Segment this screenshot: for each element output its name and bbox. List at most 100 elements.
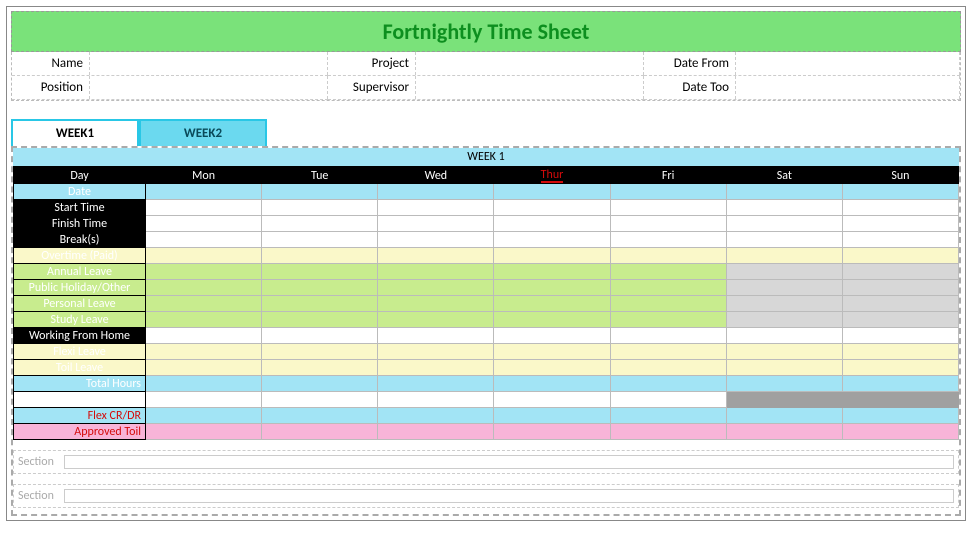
cell[interactable] — [610, 216, 726, 232]
cell[interactable] — [842, 248, 958, 264]
cell[interactable] — [378, 344, 494, 360]
cell[interactable] — [494, 328, 610, 344]
cell[interactable] — [146, 216, 262, 232]
cell[interactable] — [494, 248, 610, 264]
cell[interactable] — [494, 296, 610, 312]
cell[interactable] — [726, 216, 842, 232]
cell[interactable] — [726, 264, 842, 280]
cell[interactable] — [262, 216, 378, 232]
tab-week1[interactable]: WEEK1 — [11, 119, 139, 146]
cell[interactable] — [494, 280, 610, 296]
cell[interactable] — [494, 360, 610, 376]
cell[interactable] — [262, 184, 378, 200]
cell[interactable] — [610, 344, 726, 360]
project-field[interactable] — [416, 52, 644, 75]
section-field-2[interactable] — [64, 489, 954, 503]
cell[interactable] — [842, 360, 958, 376]
cell[interactable] — [262, 200, 378, 216]
cell[interactable] — [726, 232, 842, 248]
cell[interactable] — [378, 264, 494, 280]
cell[interactable] — [726, 248, 842, 264]
week-panel: WEEK 1 Day Mon Tue Wed Thur Fri Sat Sun — [11, 146, 961, 516]
cell[interactable] — [146, 344, 262, 360]
date-from-field[interactable] — [736, 52, 960, 75]
section-field-1[interactable] — [64, 455, 954, 469]
position-field[interactable] — [90, 76, 328, 99]
cell — [726, 392, 842, 408]
cell[interactable] — [610, 360, 726, 376]
cell[interactable] — [610, 280, 726, 296]
cell[interactable] — [262, 232, 378, 248]
cell[interactable] — [842, 216, 958, 232]
supervisor-field[interactable] — [416, 76, 644, 99]
cell[interactable] — [262, 264, 378, 280]
cell[interactable] — [378, 232, 494, 248]
cell[interactable] — [494, 264, 610, 280]
cell[interactable] — [842, 232, 958, 248]
cell[interactable] — [262, 360, 378, 376]
cell[interactable] — [842, 312, 958, 328]
cell[interactable] — [262, 344, 378, 360]
cell[interactable] — [842, 200, 958, 216]
cell[interactable] — [726, 312, 842, 328]
cell[interactable] — [610, 296, 726, 312]
cell — [726, 424, 842, 440]
cell[interactable] — [610, 328, 726, 344]
tab-week2[interactable]: WEEK2 — [139, 119, 267, 146]
cell[interactable] — [146, 312, 262, 328]
cell[interactable] — [146, 184, 262, 200]
cell[interactable] — [726, 360, 842, 376]
cell[interactable] — [842, 344, 958, 360]
cell[interactable] — [726, 184, 842, 200]
week-title: WEEK 1 — [13, 148, 959, 167]
row-finish-time: Finish Time — [14, 216, 959, 232]
cell[interactable] — [842, 264, 958, 280]
cell[interactable] — [726, 328, 842, 344]
cell[interactable] — [842, 328, 958, 344]
cell[interactable] — [262, 248, 378, 264]
cell[interactable] — [378, 216, 494, 232]
cell[interactable] — [262, 280, 378, 296]
cell[interactable] — [378, 312, 494, 328]
cell[interactable] — [610, 264, 726, 280]
cell[interactable] — [146, 280, 262, 296]
date-too-field[interactable] — [736, 76, 960, 99]
cell[interactable] — [610, 232, 726, 248]
cell[interactable] — [494, 312, 610, 328]
cell[interactable] — [378, 360, 494, 376]
cell[interactable] — [726, 200, 842, 216]
cell[interactable] — [378, 184, 494, 200]
cell[interactable] — [842, 280, 958, 296]
cell[interactable] — [262, 296, 378, 312]
cell[interactable] — [146, 328, 262, 344]
cell[interactable] — [494, 200, 610, 216]
cell[interactable] — [494, 184, 610, 200]
meta-col-1: Name Position — [12, 52, 328, 100]
cell[interactable] — [842, 184, 958, 200]
cell[interactable] — [146, 296, 262, 312]
cell[interactable] — [610, 200, 726, 216]
cell[interactable] — [146, 360, 262, 376]
cell[interactable] — [610, 248, 726, 264]
cell[interactable] — [378, 296, 494, 312]
cell[interactable] — [378, 248, 494, 264]
cell[interactable] — [378, 328, 494, 344]
cell[interactable] — [378, 280, 494, 296]
cell[interactable] — [146, 232, 262, 248]
cell[interactable] — [146, 200, 262, 216]
name-field[interactable] — [90, 52, 328, 75]
cell[interactable] — [726, 280, 842, 296]
cell[interactable] — [494, 232, 610, 248]
cell[interactable] — [146, 264, 262, 280]
cell[interactable] — [378, 200, 494, 216]
cell[interactable] — [726, 296, 842, 312]
cell[interactable] — [262, 312, 378, 328]
cell[interactable] — [726, 344, 842, 360]
cell[interactable] — [842, 296, 958, 312]
cell[interactable] — [494, 344, 610, 360]
cell[interactable] — [610, 312, 726, 328]
cell[interactable] — [146, 248, 262, 264]
cell[interactable] — [262, 328, 378, 344]
cell[interactable] — [494, 216, 610, 232]
cell[interactable] — [610, 184, 726, 200]
